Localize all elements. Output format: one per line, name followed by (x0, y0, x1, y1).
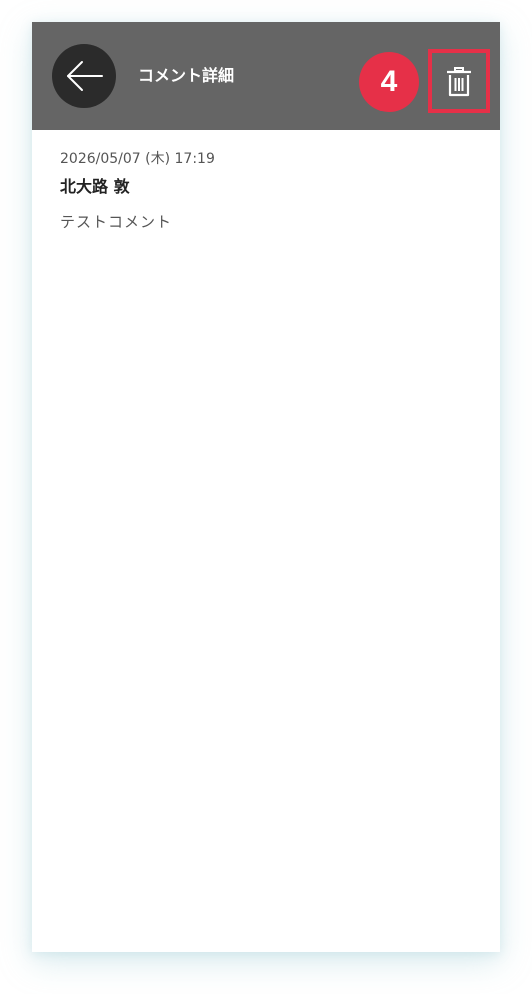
comment-text: テストコメント (60, 213, 173, 231)
app-header: コメント詳細 4 (32, 22, 500, 130)
step-number-badge: 4 (359, 52, 419, 112)
screenshot-stage: コメント詳細 4 2026/05/07 (木) 17:19 北大路 敦 テストコ… (0, 0, 532, 994)
phone-screen: コメント詳細 4 2026/05/07 (木) 17:19 北大路 敦 テストコ… (32, 22, 500, 952)
delete-button[interactable] (435, 58, 483, 106)
comment-timestamp: 2026/05/07 (木) 17:19 (60, 151, 215, 167)
trash-icon (447, 67, 471, 97)
back-button[interactable] (52, 44, 116, 108)
comment-author: 北大路 敦 (60, 177, 130, 196)
arrow-left-icon (67, 61, 103, 91)
page-title: コメント詳細 (138, 66, 235, 85)
